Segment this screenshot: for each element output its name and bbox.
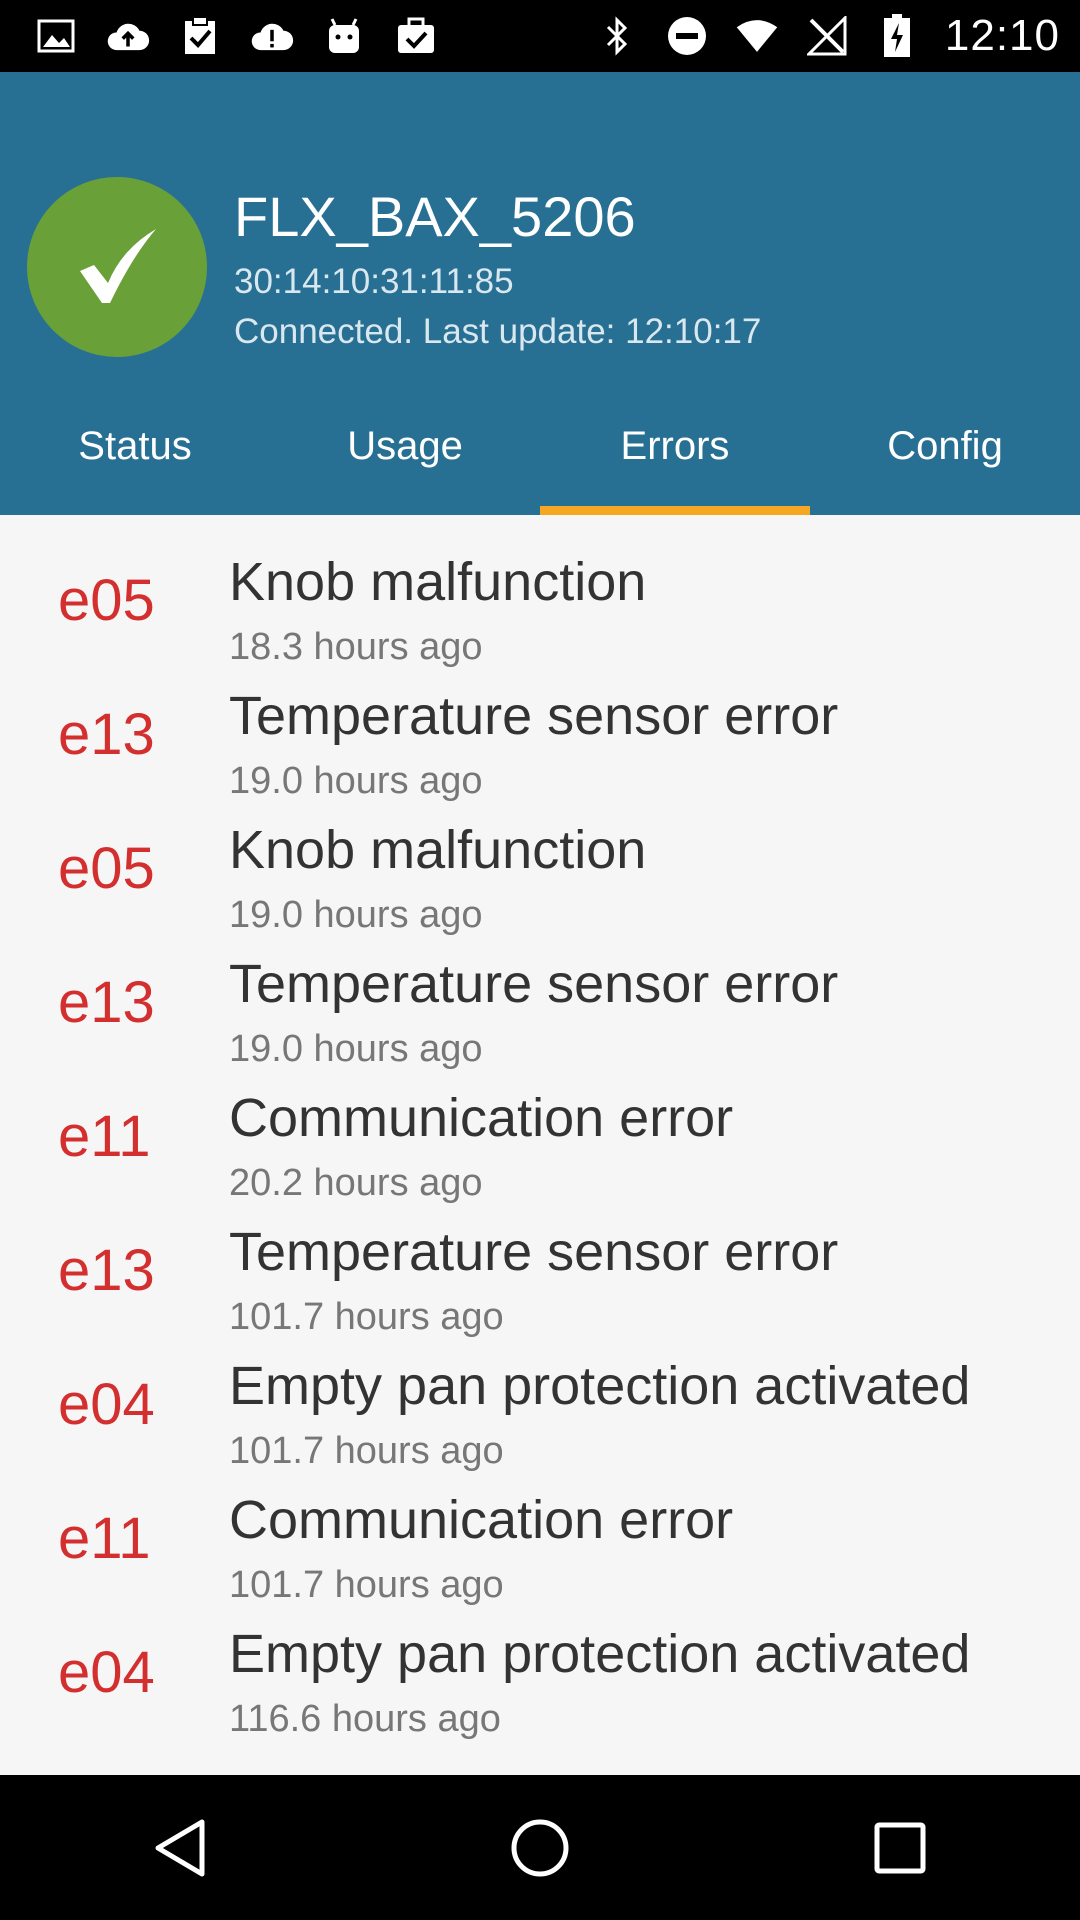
- error-code: e11: [58, 1506, 151, 1571]
- error-list: e05 Knob malfunction 18.3 hours ago e13 …: [0, 515, 1080, 1775]
- error-row[interactable]: e11 Communication error 20.2 hours ago: [0, 1051, 1080, 1204]
- error-row[interactable]: e05 Knob malfunction 18.3 hours ago: [0, 515, 1080, 668]
- error-row[interactable]: e13 Temperature sensor error 19.0 hours …: [0, 917, 1080, 1070]
- tab-status[interactable]: Status: [0, 402, 270, 515]
- error-title: Knob malfunction: [229, 552, 647, 612]
- system-nav-bar: [0, 1775, 1080, 1920]
- tab-config[interactable]: Config: [810, 402, 1080, 515]
- bluetooth-icon: [595, 14, 639, 58]
- error-title: Communication error: [229, 1490, 734, 1550]
- error-code: e05: [58, 568, 155, 633]
- error-title: Empty pan protection activated: [229, 1356, 971, 1416]
- no-signal-icon: [805, 14, 849, 58]
- cloud-upload-icon: [106, 14, 150, 58]
- error-code: e05: [58, 836, 155, 901]
- error-code: e11: [58, 1104, 151, 1169]
- briefcase-check-icon: [394, 14, 438, 58]
- error-row[interactable]: e11 Communication error 101.7 hours ago: [0, 1453, 1080, 1606]
- error-row[interactable]: e04 Empty pan protection activated 101.7…: [0, 1319, 1080, 1472]
- device-mac-address: 30:14:10:31:11:85: [234, 262, 514, 301]
- android-icon: [322, 14, 366, 58]
- error-code: e13: [58, 702, 155, 767]
- cloud-alert-icon: [250, 14, 294, 58]
- do-not-disturb-icon: [665, 14, 709, 58]
- error-code: e04: [58, 1372, 155, 1437]
- back-icon: [155, 1819, 205, 1876]
- tab-usage[interactable]: Usage: [270, 402, 540, 515]
- recents-button[interactable]: [840, 1788, 960, 1908]
- error-title: Temperature sensor error: [229, 1222, 839, 1282]
- error-time: 116.6 hours ago: [229, 1698, 501, 1740]
- recents-icon: [874, 1822, 926, 1873]
- clipboard-check-icon: [178, 14, 222, 58]
- error-row[interactable]: e05 Knob malfunction 19.0 hours ago: [0, 783, 1080, 936]
- clock-time: 12:10: [944, 11, 1060, 60]
- error-title: Temperature sensor error: [229, 954, 839, 1014]
- image-icon: [34, 14, 78, 58]
- battery-charging-icon: [875, 14, 919, 58]
- error-row[interactable]: e13 Temperature sensor error 19.0 hours …: [0, 649, 1080, 802]
- home-button[interactable]: [480, 1788, 600, 1908]
- connection-status-text: Connected. Last update: 12:10:17: [234, 312, 762, 351]
- tab-errors[interactable]: Errors: [540, 402, 810, 515]
- wifi-icon: [735, 14, 779, 58]
- error-title: Temperature sensor error: [229, 686, 839, 746]
- error-row[interactable]: e13 Temperature sensor error 101.7 hours…: [0, 1185, 1080, 1338]
- error-title: Knob malfunction: [229, 820, 647, 880]
- status-bar: 12:10: [0, 0, 1080, 72]
- connection-status-indicator: [27, 177, 207, 357]
- error-title: Empty pan protection activated: [229, 1624, 971, 1684]
- check-icon: [80, 229, 156, 303]
- back-button[interactable]: [120, 1788, 240, 1908]
- error-row[interactable]: e04 Empty pan protection activated 116.6…: [0, 1587, 1080, 1740]
- device-name: FLX_BAX_5206: [234, 185, 636, 248]
- error-code: e13: [58, 970, 155, 1035]
- error-code: e04: [58, 1640, 155, 1705]
- error-code: e13: [58, 1238, 155, 1303]
- device-header: FLX_BAX_5206 30:14:10:31:11:85 Connected…: [0, 72, 1080, 515]
- error-title: Communication error: [229, 1088, 734, 1148]
- home-icon: [511, 1819, 569, 1876]
- tab-bar: Status Usage Errors Config: [0, 402, 1080, 515]
